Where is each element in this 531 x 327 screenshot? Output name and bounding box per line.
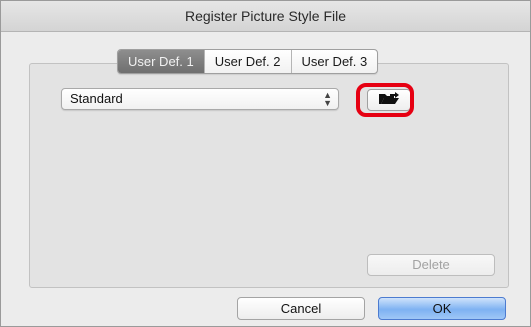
tab-user-def-2[interactable]: User Def. 2 (203, 50, 291, 73)
tab-user-def-3[interactable]: User Def. 3 (290, 50, 378, 73)
picture-style-select[interactable]: Standard ▲ ▼ (61, 88, 339, 110)
delete-button[interactable]: Delete (367, 254, 495, 276)
cancel-button[interactable]: Cancel (237, 297, 365, 320)
title-bar[interactable]: Register Picture Style File (1, 1, 530, 32)
folder-open-icon (378, 91, 400, 110)
open-file-button[interactable] (367, 89, 411, 111)
tab-bar: User Def. 1 User Def. 2 User Def. 3 (117, 49, 379, 74)
dialog-window: Register Picture Style File User Def. 1 … (0, 0, 531, 327)
updown-arrows-icon: ▲ ▼ (323, 90, 332, 108)
ok-button[interactable]: OK (378, 297, 506, 320)
picture-style-value: Standard (70, 91, 123, 106)
window-title: Register Picture Style File (184, 8, 347, 24)
tab-user-def-1[interactable]: User Def. 1 (118, 50, 204, 73)
